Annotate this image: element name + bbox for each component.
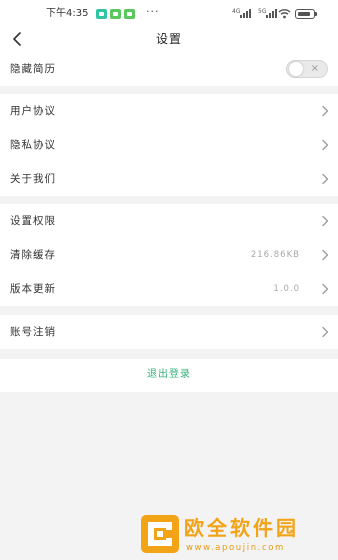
settings-group-privacy-toggle: 隐藏简历 × <box>0 52 338 86</box>
battery-icon <box>295 9 317 19</box>
watermark-logo-icon <box>141 515 179 553</box>
notification-app-icon <box>110 9 121 19</box>
row-privacy-agreement[interactable]: 隐私协议 <box>0 128 338 162</box>
signal-5g-label: 5G <box>258 8 267 15</box>
logout-button[interactable]: 退出登录 <box>0 368 338 382</box>
chevron-right-icon <box>322 139 329 151</box>
row-permissions[interactable]: 设置权限 <box>0 204 338 238</box>
row-label: 隐藏简历 <box>10 63 56 75</box>
settings-group-info: 用户协议 隐私协议 关于我们 <box>0 94 338 196</box>
version-value: 1.0.0 <box>273 284 300 294</box>
hide-resume-toggle[interactable]: × <box>286 60 328 78</box>
signal-4g-icon: 4G <box>232 8 251 19</box>
chevron-right-icon <box>322 173 329 185</box>
chevron-right-icon <box>322 249 329 261</box>
status-time: 下午4:35 <box>46 8 89 19</box>
row-version-update[interactable]: 版本更新 1.0.0 <box>0 272 338 306</box>
notification-icons <box>96 9 135 19</box>
page-title: 设置 <box>155 32 182 46</box>
row-label: 版本更新 <box>10 283 56 295</box>
nav-header: 设置 <box>0 28 338 52</box>
row-about-us[interactable]: 关于我们 <box>0 162 338 196</box>
chevron-right-icon <box>322 283 329 295</box>
chevron-right-icon <box>322 215 329 227</box>
watermark-url: www.apoujin.com <box>186 543 285 553</box>
row-delete-account[interactable]: 账号注销 <box>0 315 338 349</box>
site-watermark: 欧全软件园 www.apoujin.com <box>140 514 336 556</box>
row-label: 隐私协议 <box>10 139 56 151</box>
watermark-title: 欧全软件园 <box>184 516 299 540</box>
chevron-right-icon <box>322 105 329 117</box>
row-label: 关于我们 <box>10 173 56 185</box>
row-hide-resume: 隐藏简历 × <box>0 52 338 86</box>
signal-4g-label: 4G <box>232 8 241 15</box>
toggle-off-icon: × <box>310 63 319 74</box>
signal-5g-icon: 5G <box>258 8 277 19</box>
status-bar: 下午4:35 ··· 4G 5G <box>0 0 338 28</box>
wifi-icon <box>278 9 291 19</box>
row-clear-cache[interactable]: 清除缓存 216.86KB <box>0 238 338 272</box>
settings-group-app: 设置权限 清除缓存 216.86KB 版本更新 1.0.0 <box>0 204 338 306</box>
notification-app-icon <box>124 9 135 19</box>
row-label: 清除缓存 <box>10 249 56 261</box>
settings-group-account: 账号注销 <box>0 315 338 349</box>
logout-bar: 退出登录 <box>0 359 338 392</box>
chevron-right-icon <box>322 326 329 338</box>
row-label: 设置权限 <box>10 215 56 227</box>
toggle-knob <box>289 62 303 76</box>
row-label: 用户协议 <box>10 105 56 117</box>
row-user-agreement[interactable]: 用户协议 <box>0 94 338 128</box>
cache-size-value: 216.86KB <box>250 250 300 260</box>
row-label: 账号注销 <box>10 326 56 338</box>
more-notifications-indicator: ··· <box>146 5 160 18</box>
notification-app-icon <box>96 9 107 19</box>
